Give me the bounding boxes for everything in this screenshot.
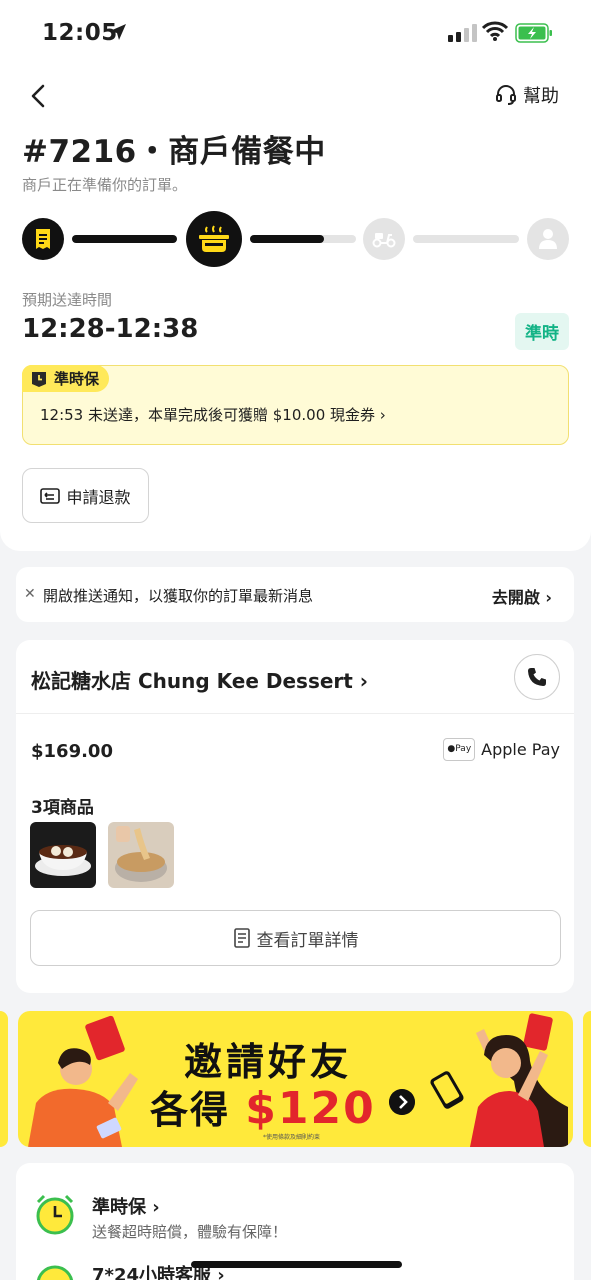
chevron-right-circle-icon: [389, 1089, 415, 1115]
order-subtitle: 商戶正在準備你的訂單。: [22, 176, 188, 194]
progress-line-1: [72, 235, 177, 243]
banner-next-peek: [583, 1011, 591, 1147]
document-icon: [233, 928, 250, 948]
divider: [16, 713, 574, 714]
ontime-badge: 準時: [515, 313, 569, 350]
refund-label: 申請退款: [66, 487, 131, 507]
help-button[interactable]: 幫助: [494, 82, 559, 108]
back-button[interactable]: [24, 80, 54, 112]
clock-badge-icon: [32, 371, 46, 387]
banner-subtitle: 各得 $120: [150, 1079, 376, 1134]
user-icon: [539, 229, 557, 249]
order-progress-tracker: [22, 210, 570, 268]
items-count: 3項商品: [31, 798, 94, 818]
eta-value: 12:28-12:38: [22, 314, 199, 344]
alarm-clock-icon: [36, 1194, 74, 1235]
shop-name-link[interactable]: 松記糖水店 Chung Kee Dessert ›: [31, 665, 368, 694]
status-bar: 12:05: [0, 18, 591, 50]
order-status-card: 12:05 幫助 #7216・商戶備餐中 商戶正在準備你的訂單。 預期送達時間 …: [0, 0, 591, 551]
battery-charging-icon: [515, 23, 552, 43]
order-total: $169.00: [31, 741, 113, 762]
banner-subtitle-prefix: 各得: [150, 1088, 231, 1132]
close-icon[interactable]: ✕: [24, 586, 36, 602]
guarantee-tag: 準時保: [22, 365, 110, 392]
invite-friends-banner[interactable]: 邀請好友 各得 $120 *使用條款及細則約束: [18, 1011, 573, 1147]
location-arrow-icon: [110, 24, 126, 40]
progress-step-delivering: [363, 218, 405, 260]
progress-step-preparing: [186, 211, 242, 267]
chevron-left-icon: [31, 84, 45, 108]
banner-prev-peek: [0, 1011, 8, 1147]
receipt-icon: [36, 229, 50, 249]
guarantee-text: 12:53 未送達，本單完成後可獲贈 $10.00 現金券 ›: [40, 406, 386, 424]
scooter-icon: [372, 233, 396, 248]
progress-step-ordered: [22, 218, 64, 260]
ontime-guarantee-card[interactable]: 準時保 12:53 未送達，本單完成後可獲贈 $10.00 現金券 ›: [22, 365, 569, 445]
progress-line-2-fill: [250, 235, 324, 243]
dessert-pot-image: [108, 822, 174, 888]
view-order-details-label: 查看訂單詳情: [256, 930, 359, 951]
banner-amount: $120: [245, 1083, 376, 1134]
progress-step-delivered: [527, 218, 569, 260]
help-label: 幫助: [523, 86, 559, 107]
payment-method: ●Pay Apple Pay: [443, 738, 560, 761]
service-title-ontime: 準時保 ›: [92, 1197, 160, 1218]
push-notification-prompt: ✕ 開啟推送通知，以獲取你的訂單最新消息 去開啟 ›: [16, 567, 574, 622]
cellular-signal-icon: [448, 24, 477, 42]
home-indicator[interactable]: [191, 1261, 402, 1268]
view-order-details-button[interactable]: 查看訂單詳情: [30, 910, 561, 966]
order-title: #7216・商戶備餐中: [22, 134, 326, 170]
status-time: 12:05: [42, 20, 118, 46]
apple-pay-icon: ●Pay: [443, 738, 476, 761]
notification-text: 開啟推送通知，以獲取你的訂單最新消息: [43, 587, 314, 605]
payment-method-label: Apple Pay: [481, 740, 560, 759]
cooking-pot-icon: [199, 225, 229, 252]
refund-button[interactable]: 申請退款: [22, 468, 149, 523]
call-shop-button[interactable]: [514, 654, 560, 700]
banner-fine-print: *使用條款及細則約束: [263, 1134, 321, 1141]
service-row-ontime[interactable]: 準時保 › 送餐超時賠償，體驗有保障！: [16, 1187, 574, 1247]
shop-order-card: 松記糖水店 Chung Kee Dessert › $169.00 ●Pay A…: [16, 640, 574, 993]
service-desc-ontime: 送餐超時賠償，體驗有保障！: [92, 1223, 288, 1241]
progress-line-3: [413, 235, 519, 243]
promo-illustration-woman: [430, 1013, 568, 1147]
enable-notifications-link[interactable]: 去開啟 ›: [492, 584, 552, 608]
item-thumbnail-1[interactable]: [30, 822, 96, 888]
support-icon: [36, 1265, 74, 1280]
refund-icon: [40, 487, 61, 504]
dessert-bowl-image: [30, 822, 96, 888]
promo-illustration-man: [28, 1015, 138, 1147]
guarantee-tag-label: 準時保: [54, 370, 100, 388]
wifi-icon: [482, 21, 508, 41]
headset-icon: [496, 85, 516, 105]
eta-label: 預期送達時間: [22, 291, 113, 309]
banner-title: 邀請好友: [184, 1040, 353, 1084]
phone-icon: [528, 668, 546, 686]
item-thumbnail-2[interactable]: [108, 822, 174, 888]
apple-pay-badge-text: Pay: [455, 744, 472, 754]
